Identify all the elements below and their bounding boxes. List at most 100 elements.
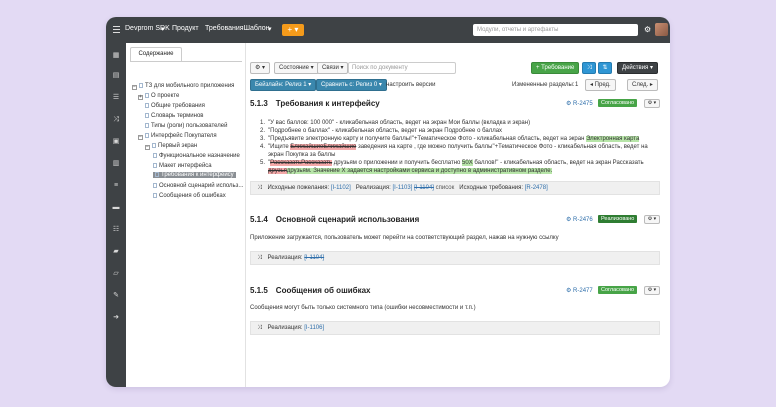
status-badge: Согласовано bbox=[598, 286, 638, 294]
document-icon bbox=[155, 172, 159, 177]
export-icon[interactable]: ➜ bbox=[111, 313, 121, 323]
actions-button[interactable]: Действия ▾ bbox=[617, 62, 658, 74]
tree-node[interactable]: − Интерфейс Покупателя bbox=[138, 133, 217, 140]
trace-bar: ⤨ Реализация: [I-1104] bbox=[250, 251, 660, 265]
tree-node[interactable]: − Первый экран bbox=[145, 143, 197, 150]
collapse-icon[interactable]: − bbox=[145, 145, 150, 150]
document-icon bbox=[145, 133, 149, 138]
folder-icon[interactable]: ▰ bbox=[111, 247, 121, 257]
collapse-icon[interactable]: − bbox=[138, 135, 143, 140]
trace-icon[interactable]: ⤨ bbox=[111, 115, 121, 125]
inserted-text: 50X bbox=[462, 160, 473, 166]
menu-requirements[interactable]: ТребованияШаблон bbox=[205, 25, 270, 32]
state-filter-button[interactable]: Состояние ▾ bbox=[274, 62, 319, 74]
links-filter-button[interactable]: Связи ▾ bbox=[317, 62, 349, 74]
menu-product[interactable]: Продукт bbox=[172, 25, 199, 32]
baseline-select[interactable]: Бейзлайн: Релиз 1 ▾ bbox=[250, 79, 317, 91]
trace-link[interactable]: [R-2478] bbox=[525, 185, 548, 191]
deleted-text: друзья bbox=[268, 168, 287, 174]
left-icon-rail: ▦ ▤ ☰ ⤨ ▣ ▥ ≡ ▬ ☷ ▰ ▱ ✎ ➜ bbox=[106, 43, 126, 387]
list-item: 3. "Предъявите электронную карту и получи… bbox=[260, 136, 640, 142]
gear-menu-button[interactable]: ⚙ ▾ bbox=[250, 62, 271, 74]
document-icon bbox=[152, 143, 156, 148]
tree-node[interactable]: Словарь терминов bbox=[145, 113, 204, 119]
global-search-input[interactable]: Модули, отчеты и артефакты bbox=[473, 24, 638, 36]
changed-sections-label: Измененные разделы: bbox=[512, 82, 575, 88]
prev-change-button[interactable]: ◂ Пред. bbox=[585, 79, 616, 91]
tree-node[interactable]: Общие требования bbox=[145, 103, 205, 109]
section-gear-button[interactable]: ⚙ ▾ bbox=[644, 286, 660, 295]
collapse-icon[interactable]: − bbox=[132, 85, 137, 90]
book-icon[interactable]: ▥ bbox=[111, 159, 121, 169]
tab-contents[interactable]: Содержание bbox=[130, 47, 182, 61]
tree-node-selected[interactable]: Требования к интерфейсу bbox=[153, 172, 236, 178]
next-change-button[interactable]: След. ▸ bbox=[627, 79, 658, 91]
list-item: друзьядрузьям. Значение X задается настр… bbox=[250, 167, 662, 175]
list-icon[interactable]: ☰ bbox=[111, 93, 121, 103]
document-icon bbox=[139, 83, 143, 88]
status-badge: Согласовано bbox=[598, 99, 638, 107]
tree-node[interactable]: Типы (роли) пользователей bbox=[145, 123, 227, 129]
section-title: 5.1.3 Требования к интерфейсу bbox=[250, 99, 380, 108]
sort-icon: ⇅ bbox=[602, 65, 608, 71]
dashboard-icon[interactable]: ▦ bbox=[111, 51, 121, 61]
top-navigation-bar: Devprom SDK ▾ Продукт ТребованияШаблон ▾… bbox=[106, 17, 670, 43]
image-icon[interactable]: ▣ bbox=[111, 137, 121, 147]
list-link[interactable]: список bbox=[436, 185, 455, 191]
list-item: 2. "Подробнее о баллах" - кликабельная об… bbox=[260, 128, 503, 134]
list-item: 4. "Ищите БлижайшиеБлижайшие заведения на… bbox=[260, 144, 648, 150]
avatar[interactable] bbox=[655, 23, 668, 36]
tree-node[interactable]: Основной сценарий использ... bbox=[153, 183, 243, 189]
expand-icon[interactable]: + bbox=[138, 95, 143, 100]
document-icon bbox=[145, 103, 149, 108]
section-gear-button[interactable]: ⚙ ▾ bbox=[644, 215, 660, 224]
requirement-ref-link[interactable]: ⚙ R-2475 bbox=[566, 100, 593, 107]
document-tree-panel: Содержание − ТЗ для мобильного приложения… bbox=[126, 43, 246, 387]
menu-icon[interactable] bbox=[113, 26, 120, 34]
section-title: 5.1.4 Основной сценарий использования bbox=[250, 215, 420, 224]
trace-link[interactable]: [I-1102] bbox=[331, 185, 351, 191]
create-button[interactable]: + ▾ bbox=[282, 24, 304, 36]
inserted-text: Электронная карта bbox=[586, 136, 640, 142]
section-text: Приложение загружается, пользователь мож… bbox=[250, 235, 559, 241]
tree-node[interactable]: + О проекте bbox=[138, 93, 179, 100]
comment-icon[interactable]: ▬ bbox=[111, 203, 121, 213]
document-icon bbox=[153, 163, 157, 168]
document-icon bbox=[153, 193, 157, 198]
compare-select[interactable]: Сравнить с: Релиз 0 ▾ bbox=[316, 79, 387, 91]
requirement-ref-link[interactable]: ⚙ R-2476 bbox=[566, 216, 593, 223]
tree-node[interactable]: Сообщения об ошибках bbox=[153, 193, 226, 199]
document-icon bbox=[153, 183, 157, 188]
document-icon bbox=[145, 113, 149, 118]
sort-toggle-button[interactable]: ⇅ bbox=[598, 62, 612, 74]
document-icon bbox=[153, 153, 157, 158]
document-icon bbox=[145, 123, 149, 128]
section-gear-button[interactable]: ⚙ ▾ bbox=[644, 99, 660, 108]
list-item: 1. "У вас баллов: 100 000" - кликабельная… bbox=[260, 120, 531, 126]
list-alt-icon[interactable]: ≡ bbox=[111, 181, 121, 191]
trace-toggle-button[interactable]: ⤨ bbox=[582, 62, 596, 74]
requirement-ref-link[interactable]: ⚙ R-2477 bbox=[566, 287, 593, 294]
tree-node[interactable]: − ТЗ для мобильного приложения bbox=[132, 83, 234, 90]
trace-link[interactable]: [I-1104] bbox=[414, 185, 434, 191]
tree-node[interactable]: Функциональное назначение bbox=[153, 153, 240, 159]
wrench-icon[interactable]: ✎ bbox=[111, 291, 121, 301]
trace-link[interactable]: [I-1106] bbox=[304, 325, 324, 331]
chevron-down-icon: ▾ bbox=[268, 26, 272, 33]
inserted-text: друзьям. Значение X задается настройками… bbox=[286, 168, 553, 174]
new-requirement-button[interactable]: + Требование bbox=[531, 62, 580, 74]
document-search-input[interactable]: Поиск по документу bbox=[348, 62, 456, 74]
shuffle-icon: ⤨ bbox=[257, 325, 262, 331]
configure-versions-link[interactable]: настроить версии bbox=[386, 82, 435, 88]
document-icon[interactable]: ▤ bbox=[111, 71, 121, 81]
folder-open-icon[interactable]: ▱ bbox=[111, 269, 121, 279]
tree-node[interactable]: Макет интерфейса bbox=[153, 163, 212, 169]
list-item: 5."РассказатьРассказать друзьям о прилож… bbox=[260, 160, 644, 166]
trace-link[interactable]: [I-1104] bbox=[304, 255, 324, 261]
document-icon bbox=[145, 93, 149, 98]
requirements-list: 1. "У вас баллов: 100 000" - кликабельная… bbox=[250, 119, 662, 175]
tasks-icon[interactable]: ☷ bbox=[111, 225, 121, 235]
gear-icon[interactable]: ⚙ bbox=[644, 25, 651, 34]
trace-link[interactable]: [I-1103] bbox=[392, 185, 412, 191]
changed-sections-count: 1 bbox=[575, 82, 579, 88]
